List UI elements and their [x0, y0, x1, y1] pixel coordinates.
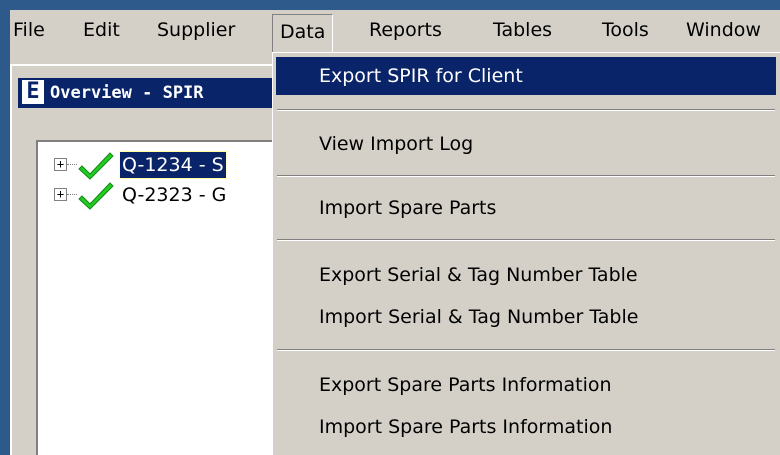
data-menu-dropdown: Export SPIR for Client View Import Log I… — [272, 52, 780, 455]
expand-plus-icon[interactable]: + — [54, 158, 67, 171]
tree-node-label[interactable]: Q-2323 - G — [120, 182, 228, 208]
menu-data[interactable]: Data — [272, 14, 334, 55]
menu-window[interactable]: Window — [679, 10, 768, 50]
green-check-icon — [78, 182, 114, 210]
expand-plus-icon[interactable]: + — [54, 188, 67, 201]
menu-bar: File Edit Supplier Data Reports Tables T… — [10, 10, 780, 55]
menu-separator — [277, 239, 775, 241]
tree-node-label[interactable]: Q-1234 - S — [119, 151, 227, 179]
overview-title: Overview - SPIR — [50, 83, 204, 103]
menu-item-import-spare-parts[interactable]: Import Spare Parts — [276, 189, 776, 227]
overview-title-bar[interactable]: E Overview - SPIR — [18, 78, 298, 108]
menu-item-export-serial-tag-table[interactable]: Export Serial & Tag Number Table — [276, 256, 776, 294]
tree-node[interactable]: + Q-2323 - G — [38, 180, 304, 210]
menu-item-view-import-log[interactable]: View Import Log — [276, 125, 776, 163]
menu-separator — [277, 349, 775, 351]
overview-window: E Overview - SPIR + Q-1234 - S + Q-2323 … — [10, 64, 304, 455]
menu-tools[interactable]: Tools — [595, 10, 656, 50]
application-window: File Edit Supplier Data Reports Tables T… — [10, 10, 780, 455]
menu-file[interactable]: File — [10, 10, 52, 50]
menu-item-export-spare-parts-info[interactable]: Export Spare Parts Information — [276, 366, 776, 404]
tree-node[interactable]: + Q-1234 - S — [38, 150, 304, 180]
menu-item-export-spir-for-client[interactable]: Export SPIR for Client — [276, 57, 776, 95]
menu-item-import-spare-parts-info[interactable]: Import Spare Parts Information — [276, 408, 776, 446]
menu-separator — [277, 175, 775, 177]
menu-reports[interactable]: Reports — [362, 10, 449, 50]
menu-tables[interactable]: Tables — [486, 10, 559, 50]
menu-item-import-serial-tag-table[interactable]: Import Serial & Tag Number Table — [276, 298, 776, 336]
app-e-icon: E — [22, 80, 44, 104]
green-check-icon — [78, 152, 114, 180]
menu-edit[interactable]: Edit — [76, 10, 127, 50]
project-tree: + Q-1234 - S + Q-2323 - G — [36, 140, 304, 455]
menu-separator — [277, 109, 775, 111]
menu-supplier[interactable]: Supplier — [150, 10, 242, 50]
